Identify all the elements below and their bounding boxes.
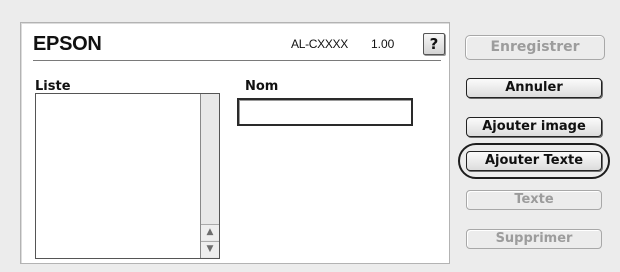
brand-logo: EPSON <box>33 33 102 55</box>
list-scrollbar[interactable]: ▲ ▼ <box>200 94 219 258</box>
watermark-dialog: EPSON AL-CXXXX 1.00 ? Liste ▲ ▼ Nom Enre… <box>0 0 620 272</box>
scroll-up-icon[interactable]: ▲ <box>201 224 219 240</box>
header-divider <box>33 60 441 62</box>
save-button[interactable]: Enregistrer <box>465 35 605 60</box>
version-number: 1.00 <box>371 37 395 51</box>
watermark-list[interactable]: ▲ ▼ <box>35 93 220 259</box>
delete-button[interactable]: Supprimer <box>466 229 602 249</box>
name-label: Nom <box>245 79 279 94</box>
cancel-button[interactable]: Annuler <box>466 78 602 98</box>
list-items-area[interactable] <box>36 94 201 258</box>
name-input[interactable] <box>237 98 413 126</box>
add-text-button[interactable]: Ajouter Texte <box>466 151 602 171</box>
scroll-down-icon[interactable]: ▼ <box>201 241 219 257</box>
add-image-button[interactable]: Ajouter image <box>466 117 602 137</box>
content-panel: EPSON AL-CXXXX 1.00 ? Liste ▲ ▼ Nom <box>20 22 450 264</box>
text-button[interactable]: Texte <box>466 190 602 210</box>
printer-model: AL-CXXXX <box>291 37 348 51</box>
list-label: Liste <box>35 79 71 94</box>
help-button[interactable]: ? <box>423 33 445 55</box>
